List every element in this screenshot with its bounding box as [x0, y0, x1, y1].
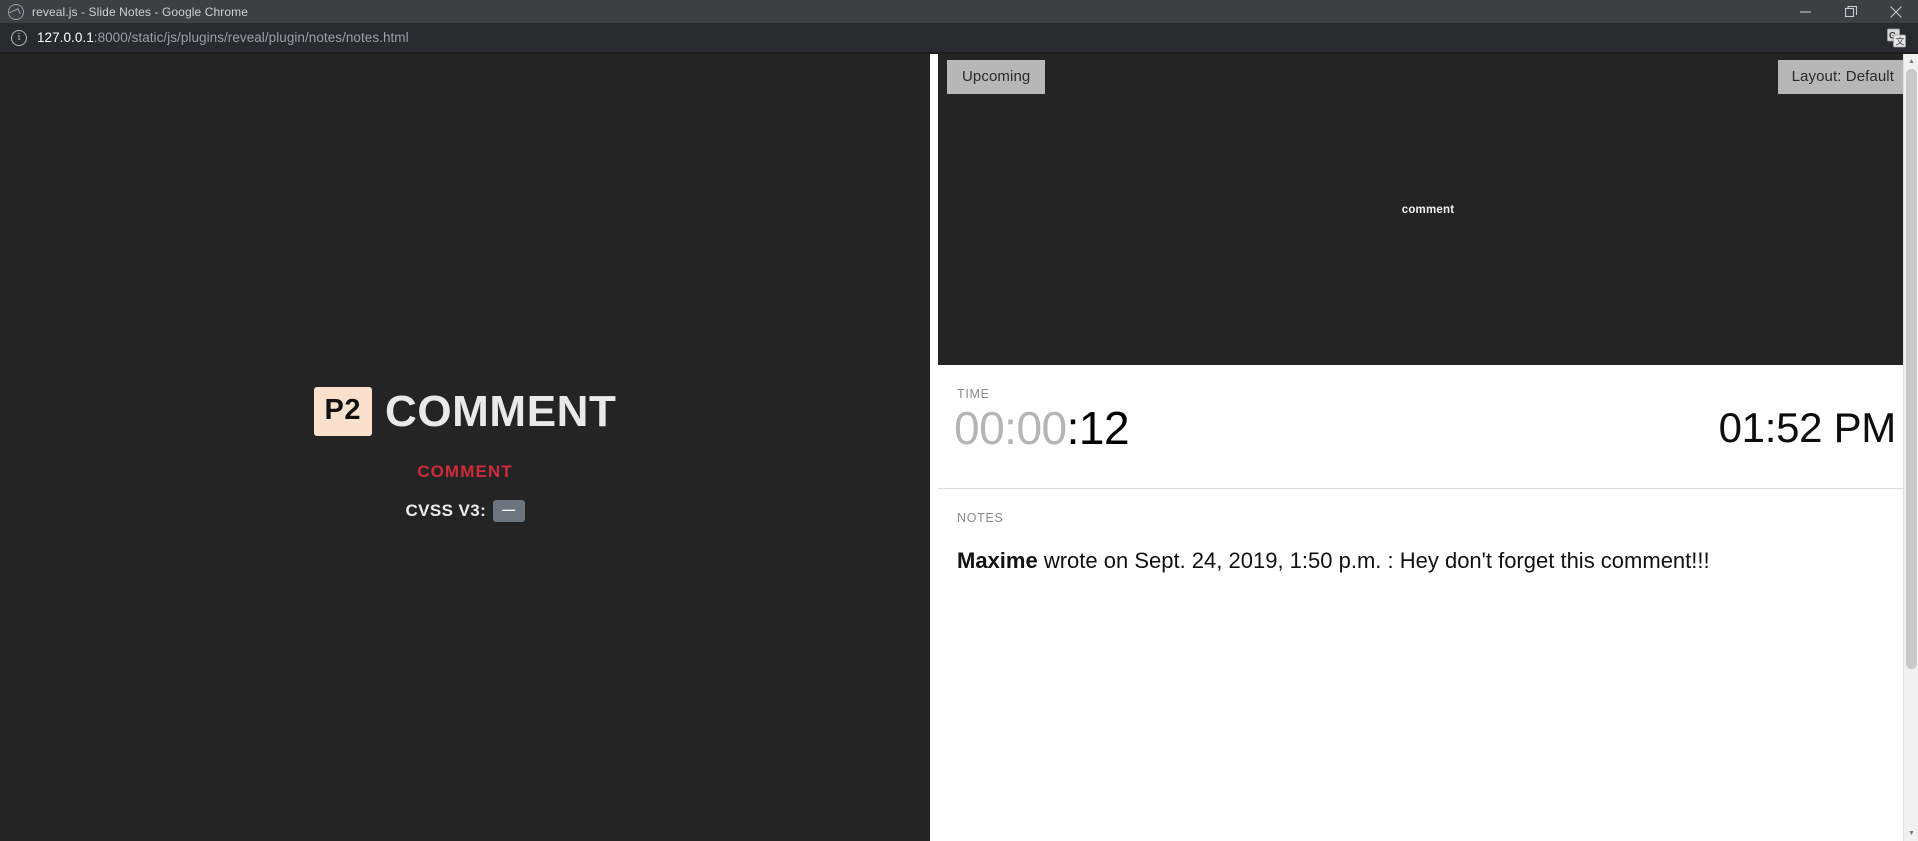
slide-content: P2 COMMENT COMMENT CVSS V3: —	[0, 387, 930, 522]
notes-author: Maxime	[957, 548, 1038, 573]
window-title: reveal.js - Slide Notes - Google Chrome	[32, 4, 248, 19]
wall-clock: 01:52 PM	[1718, 404, 1897, 451]
right-pane: comment Upcoming Layout: Default TIME 00…	[938, 54, 1918, 841]
reveal-logo-icon	[8, 3, 24, 20]
upcoming-toggle-button[interactable]: Upcoming	[947, 60, 1046, 94]
window-controls	[1783, 0, 1918, 23]
svg-text:文: 文	[1896, 35, 1905, 46]
time-pane: TIME 00:00:12 01:52 PM	[938, 365, 1918, 489]
notes-text: wrote on Sept. 24, 2019, 1:50 p.m. : Hey…	[1037, 548, 1710, 573]
elapsed-timer-hours-minutes: 00:00	[954, 402, 1067, 454]
browser-address-bar[interactable]: i 127.0.0.1:8000/static/js/plugins/revea…	[0, 23, 1918, 53]
elapsed-timer-seconds: :12	[1066, 402, 1130, 454]
minimize-icon[interactable]	[1783, 0, 1828, 23]
elapsed-timer[interactable]: 00:00:12	[954, 402, 1130, 454]
notes-body: Maxime wrote on Sept. 24, 2019, 1:50 p.m…	[957, 545, 1886, 576]
scroll-down-icon[interactable]: ▼	[1904, 826, 1918, 841]
maximize-icon[interactable]	[1828, 0, 1873, 23]
browser-titlebar: reveal.js - Slide Notes - Google Chrome	[0, 0, 1918, 23]
upcoming-slide-preview: comment	[938, 54, 1918, 365]
url-text: 127.0.0.1:8000/static/js/plugins/reveal/…	[37, 30, 409, 45]
upcoming-slide-pane: comment Upcoming Layout: Default	[938, 54, 1918, 365]
slide-heading: P2 COMMENT	[0, 387, 930, 436]
cvss-score-badge: —	[493, 500, 525, 522]
slide-title: COMMENT	[384, 386, 617, 436]
scrollbar-thumb[interactable]	[1906, 69, 1917, 669]
cvss-label: CVSS V3:	[405, 500, 487, 520]
priority-badge: P2	[313, 387, 372, 436]
time-label: TIME	[957, 387, 990, 401]
page-scrollbar[interactable]: ▲ ▼	[1903, 54, 1918, 841]
upcoming-preview-text: comment	[1401, 203, 1455, 216]
scroll-up-icon[interactable]: ▲	[1904, 54, 1918, 69]
url-path: :8000/static/js/plugins/reveal/plugin/no…	[93, 30, 409, 45]
layout-selector-button[interactable]: Layout: Default	[1777, 60, 1908, 94]
speaker-view: P2 COMMENT COMMENT CVSS V3: — comment Up…	[0, 54, 1918, 841]
site-info-icon[interactable]: i	[11, 29, 27, 46]
current-slide-pane[interactable]: P2 COMMENT COMMENT CVSS V3: —	[0, 54, 930, 841]
translate-icon[interactable]: G 文	[1887, 28, 1906, 47]
url-host: 127.0.0.1	[37, 30, 94, 45]
notes-pane: NOTES Maxime wrote on Sept. 24, 2019, 1:…	[938, 489, 1918, 841]
slide-subtitle: COMMENT	[417, 462, 513, 481]
close-icon[interactable]	[1873, 0, 1918, 23]
notes-label: NOTES	[957, 511, 1004, 525]
cvss-row: CVSS V3: —	[0, 500, 930, 522]
pane-divider	[930, 54, 938, 841]
